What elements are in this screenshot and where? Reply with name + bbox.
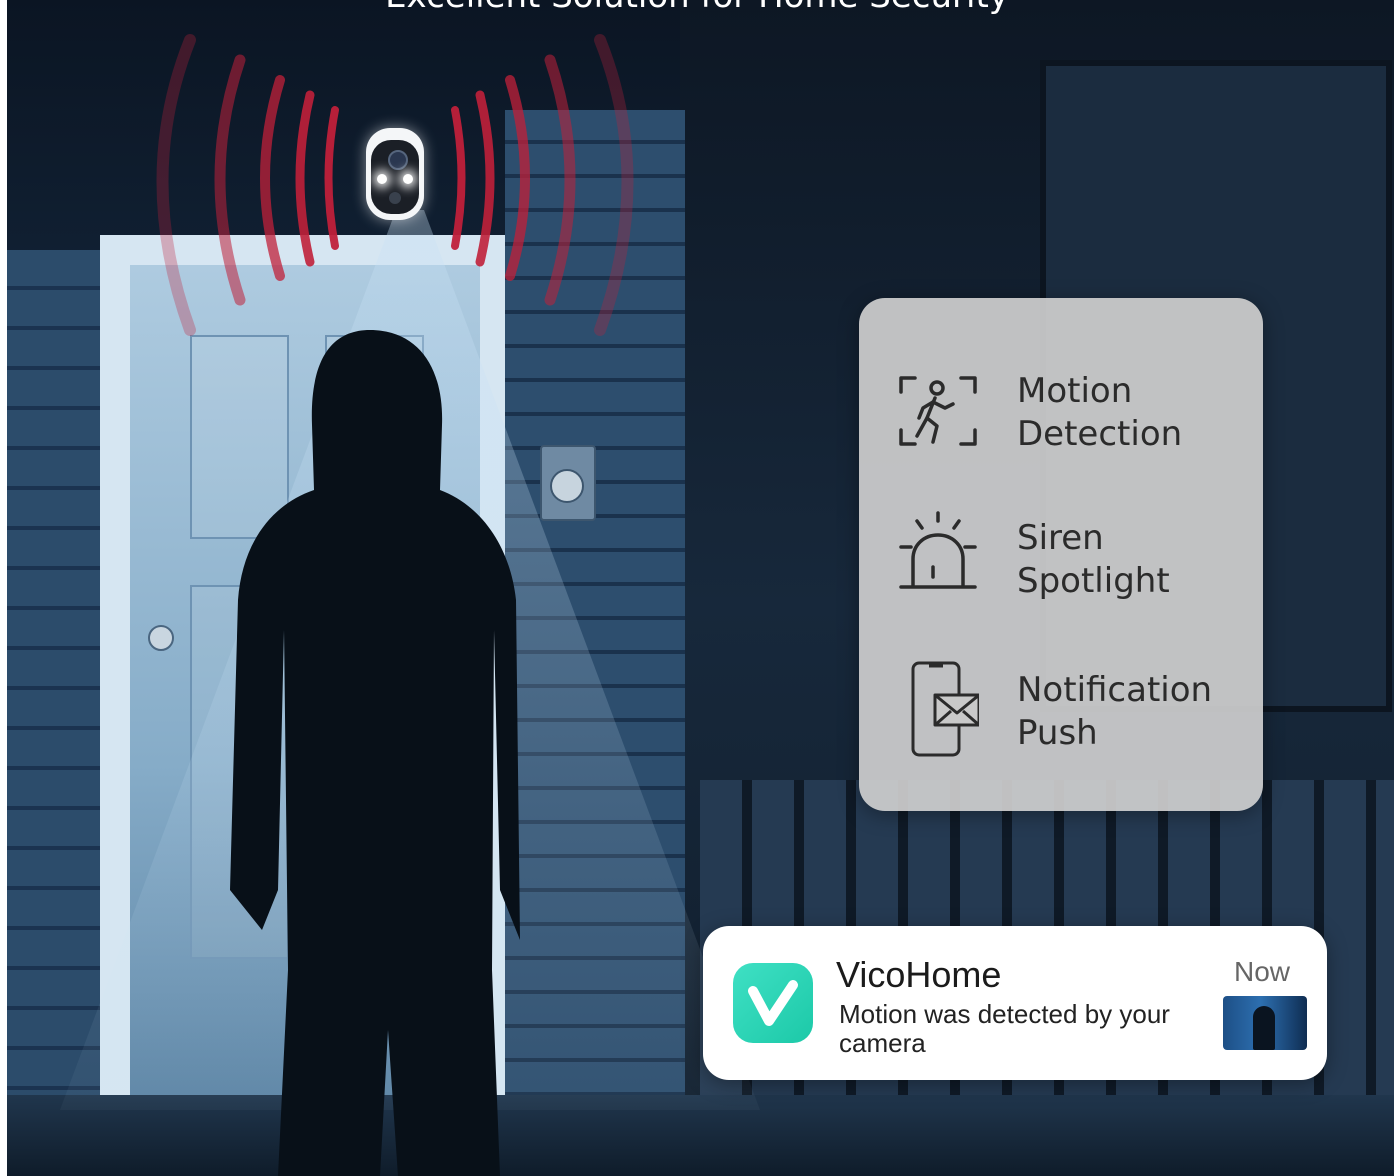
sensor (389, 192, 401, 204)
door-knob (148, 625, 174, 651)
camera-lens (388, 150, 408, 170)
feature-label: Siren Spotlight (1017, 518, 1170, 601)
spotlight-led (403, 174, 413, 184)
push-notification[interactable]: VicoHome Now Motion was detected by your… (703, 926, 1327, 1080)
feature-label: Motion Detection (1017, 371, 1183, 454)
electric-meter (540, 445, 596, 521)
vicohome-app-icon (733, 963, 813, 1043)
v-logo-icon (748, 980, 798, 1026)
camera-snapshot-thumbnail (1223, 996, 1307, 1050)
hooded-person (230, 330, 520, 1176)
headline: Excellent Solution for Home Security (0, 0, 1394, 16)
camera-face (371, 140, 419, 214)
spotlight-led (377, 174, 387, 184)
app-name: VicoHome (836, 954, 1002, 995)
meter-dial (550, 469, 584, 503)
siren-icon (899, 511, 977, 589)
product-banner: Excellent Solution for Home Security Mot… (0, 0, 1394, 1176)
notification-time: Now (1234, 956, 1291, 987)
phone-notification-icon (911, 661, 979, 757)
thumbnail-person (1253, 1006, 1275, 1050)
image-border (0, 0, 7, 1176)
feature-label: Notification Push (1017, 670, 1213, 753)
siding-left (7, 250, 112, 1100)
notification-message: Motion was detected by your camera (839, 999, 1170, 1058)
security-camera (366, 128, 424, 220)
motion-detection-icon (899, 376, 977, 446)
features-card: Motion Detection Siren Spotlight Notific… (859, 298, 1263, 811)
